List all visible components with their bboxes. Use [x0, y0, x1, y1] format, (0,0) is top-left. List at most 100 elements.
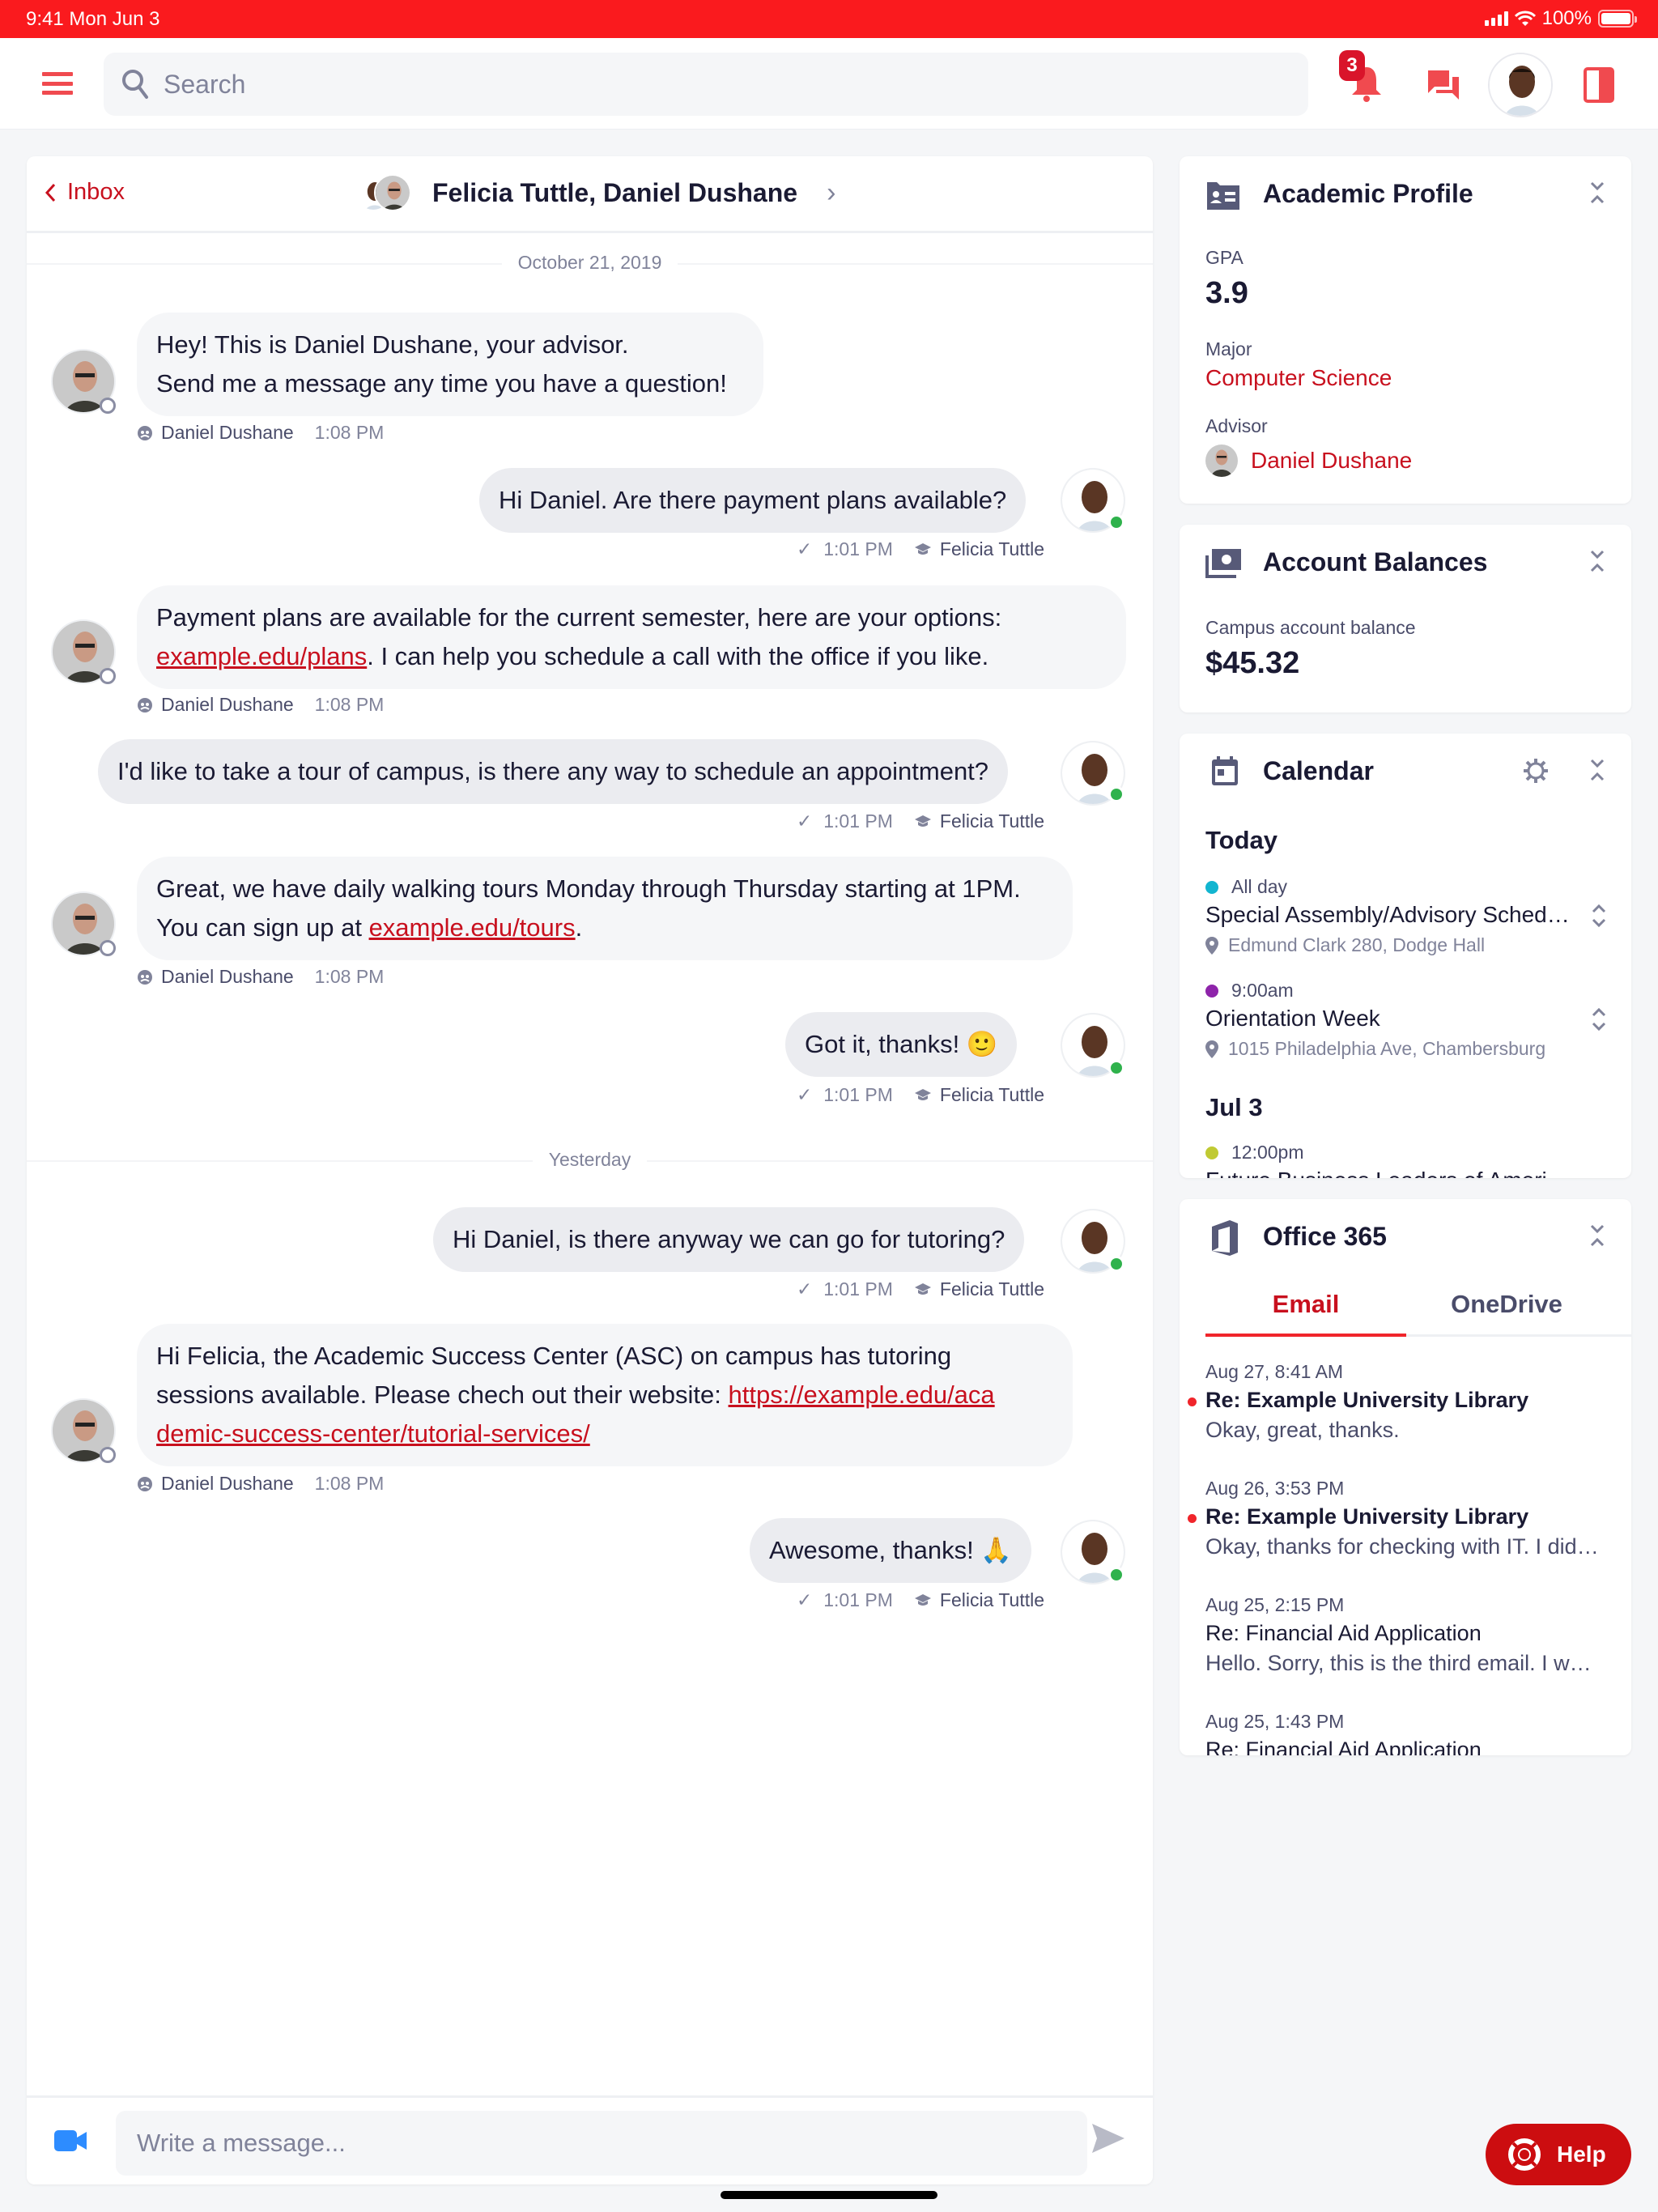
- card-header: Academic Profile: [1180, 156, 1631, 229]
- check-icon: ✓: [796, 1084, 813, 1105]
- avatar-felicia-image: [1490, 54, 1551, 116]
- email-item[interactable]: Aug 26, 3:53 PM Re: Example University L…: [1188, 1478, 1602, 1559]
- chat-panel: Inbox Felicia Tuttle, Daniel Dushane › O…: [27, 156, 1153, 2184]
- event-color-dot: [1205, 984, 1218, 998]
- status-indicators: 100%: [1484, 7, 1637, 30]
- online-status-dot: [1108, 1567, 1124, 1583]
- message-bubble: Hey! This is Daniel Dushane, your adviso…: [137, 313, 763, 416]
- user-avatar[interactable]: [1488, 53, 1553, 117]
- advisor-avatar: [1205, 445, 1238, 477]
- graduation-cap-icon: [914, 815, 931, 827]
- location-pin-icon: [1205, 1040, 1218, 1058]
- message-input[interactable]: [137, 2129, 1068, 2158]
- major-link[interactable]: Computer Science: [1205, 365, 1392, 391]
- date-separator: Yesterday: [27, 1149, 1153, 1171]
- back-label: Inbox: [67, 179, 125, 205]
- video-call-icon[interactable]: [54, 2130, 88, 2151]
- home-indicator: [721, 2191, 937, 2199]
- check-icon: ✓: [796, 810, 813, 832]
- office365-card: Office 365 Email OneDrive Aug 27, 8:41 A…: [1180, 1199, 1631, 1755]
- expand-icon[interactable]: [1591, 904, 1607, 928]
- message-field[interactable]: [116, 2111, 1087, 2176]
- event-color-dot: [1205, 880, 1218, 894]
- status-time: 9:41 Mon Jun 3: [26, 8, 160, 30]
- back-to-inbox-link[interactable]: Inbox: [45, 179, 125, 206]
- search-bar[interactable]: [104, 53, 1308, 116]
- menu-button[interactable]: [42, 72, 73, 95]
- collapse-icon[interactable]: [1589, 549, 1605, 573]
- message-meta: ✓ 1:01 PM Felicia Tuttle: [796, 810, 1044, 832]
- office-tabs: Email OneDrive: [1205, 1280, 1631, 1337]
- balance-label: Campus account balance: [1205, 617, 1416, 638]
- tab-onedrive[interactable]: OneDrive: [1406, 1280, 1607, 1334]
- email-item[interactable]: Aug 27, 8:41 AM Re: Example University L…: [1188, 1361, 1602, 1443]
- chevron-left-icon: [45, 183, 56, 202]
- event-time: 12:00pm: [1205, 1142, 1304, 1163]
- email-item[interactable]: Aug 25, 1:43 PM Re: Financial Aid Applic…: [1205, 1711, 1602, 1755]
- status-bar: 9:41 Mon Jun 3 100%: [0, 0, 1658, 38]
- event-title[interactable]: Future Business Leaders of America: [1205, 1168, 1570, 1178]
- collapse-icon[interactable]: [1589, 758, 1605, 782]
- graduation-cap-icon: [914, 1088, 931, 1100]
- advisor-row[interactable]: Daniel Dushane: [1205, 445, 1412, 477]
- message-link[interactable]: example.edu/plans: [156, 642, 367, 670]
- battery-percent: 100%: [1541, 7, 1592, 29]
- graduation-cap-icon: [914, 542, 931, 555]
- help-button[interactable]: Help: [1486, 2124, 1631, 2185]
- staff-icon: [138, 1476, 152, 1491]
- avatar-daniel: [374, 174, 411, 211]
- message-bubble: Payment plans are available for the curr…: [137, 585, 1126, 689]
- gpa-label: GPA: [1205, 247, 1244, 268]
- participant-avatars: [355, 172, 419, 213]
- chat-header: Inbox Felicia Tuttle, Daniel Dushane ›: [27, 156, 1153, 233]
- conversation-name: Felicia Tuttle, Daniel Dushane: [432, 177, 798, 207]
- search-input[interactable]: [164, 69, 1216, 100]
- message-bubble: Awesome, thanks! 🙏: [750, 1518, 1031, 1583]
- event-location: Edmund Clark 280, Dodge Hall: [1205, 934, 1485, 956]
- calendar-card: Calendar Today All day Special Assembly/…: [1180, 734, 1631, 1178]
- tab-email[interactable]: Email: [1205, 1280, 1406, 1337]
- advisor-label: Advisor: [1205, 415, 1268, 436]
- send-icon[interactable]: [1090, 2122, 1126, 2155]
- cellular-signal-icon: [1484, 11, 1508, 26]
- event-time: All day: [1205, 876, 1287, 898]
- wifi-icon: [1514, 11, 1536, 26]
- message-meta: Daniel Dushane 1:08 PM: [137, 966, 384, 988]
- message-bubble: Hi Daniel. Are there payment plans avail…: [479, 468, 1027, 533]
- event-time: 9:00am: [1205, 980, 1294, 1002]
- graduation-cap-icon: [914, 1593, 931, 1606]
- event-color-dot: [1205, 1146, 1218, 1159]
- event-title[interactable]: Special Assembly/Advisory Schedule: [1205, 902, 1570, 928]
- card-header: Office 365: [1180, 1199, 1631, 1272]
- check-icon: ✓: [796, 1589, 813, 1610]
- collapse-icon[interactable]: [1589, 1223, 1605, 1248]
- settings-gear-icon[interactable]: [1523, 758, 1549, 784]
- event-location: 1015 Philadelphia Ave, Chambersburg: [1205, 1038, 1545, 1060]
- email-item[interactable]: Aug 25, 2:15 PM Re: Financial Aid Applic…: [1205, 1594, 1602, 1676]
- messages-icon[interactable]: [1426, 69, 1460, 101]
- calendar-day-heading: Today: [1205, 826, 1278, 854]
- card-title: Office 365: [1263, 1222, 1387, 1251]
- message-link[interactable]: example.edu/tours: [369, 913, 576, 942]
- money-icon: [1205, 549, 1241, 578]
- major-label: Major: [1205, 338, 1252, 359]
- notification-badge: 3: [1339, 50, 1365, 81]
- online-status-dot: [1108, 1256, 1124, 1272]
- conversation-title[interactable]: Felicia Tuttle, Daniel Dushane ›: [355, 172, 835, 213]
- collapse-icon[interactable]: [1589, 181, 1605, 205]
- staff-icon: [138, 697, 152, 713]
- date-separator: October 21, 2019: [27, 252, 1153, 274]
- advisor-link[interactable]: Daniel Dushane: [1251, 448, 1412, 474]
- search-icon: [122, 70, 148, 99]
- message-bubble: Hi Felicia, the Academic Success Center …: [137, 1324, 1073, 1466]
- panel-toggle-icon[interactable]: [1584, 67, 1614, 103]
- event-title[interactable]: Orientation Week: [1205, 1006, 1570, 1032]
- card-title: Academic Profile: [1263, 179, 1473, 208]
- expand-icon[interactable]: [1591, 1007, 1607, 1032]
- online-status-dot: [1108, 786, 1124, 802]
- offline-status-dot: [100, 1447, 116, 1463]
- unread-dot-subject: Re: Example University Library: [1188, 1388, 1602, 1413]
- check-icon: ✓: [796, 538, 813, 559]
- unread-dot-subject: Re: Example University Library: [1188, 1504, 1602, 1529]
- help-label: Help: [1557, 2142, 1606, 2167]
